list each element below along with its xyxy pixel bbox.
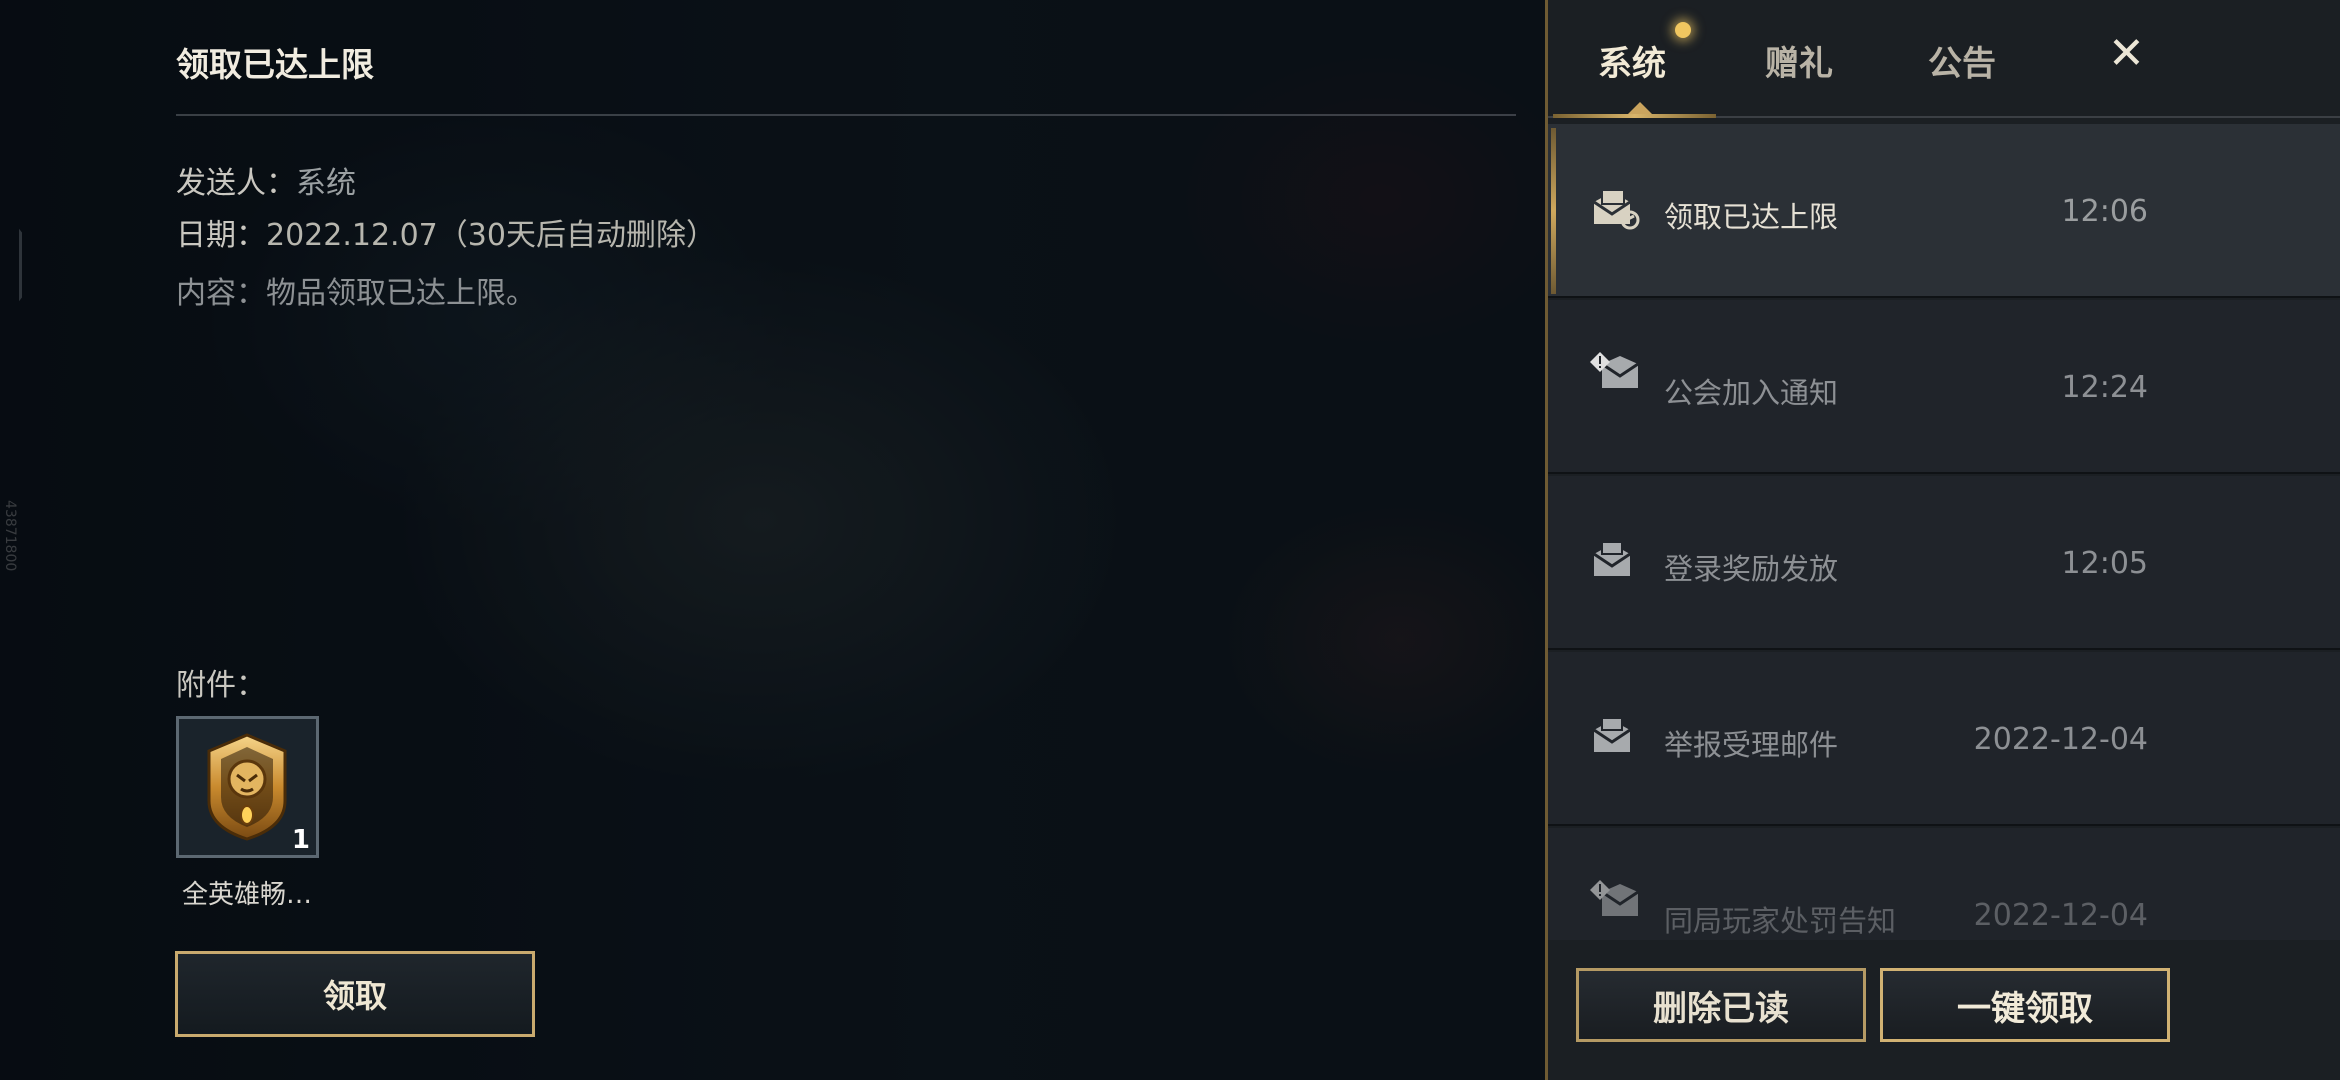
claim-button[interactable]: 领取 bbox=[175, 951, 535, 1037]
mail-row[interactable]: 同局玩家处罚告知 2022-12-04 bbox=[1548, 828, 2340, 940]
attachment-name: 全英雄畅… bbox=[182, 880, 313, 910]
mail-title: 领取已达上限 bbox=[1664, 200, 1839, 234]
notification-dot-icon bbox=[1675, 22, 1691, 38]
mail-icon bbox=[1593, 541, 1631, 576]
mail-date: 日期：2022.12.07（30天后自动删除） bbox=[176, 210, 716, 254]
active-tab-caret-icon bbox=[1628, 102, 1652, 114]
close-icon[interactable]: ✕ bbox=[2108, 28, 2145, 79]
mail-content: 内容：物品领取已达上限。 bbox=[176, 268, 536, 312]
mail-row[interactable]: 举报受理邮件 2022-12-04 bbox=[1548, 652, 2340, 826]
date-value: 2022.12.07（30天后自动删除） bbox=[266, 218, 716, 253]
mail-time: 2022-12-04 bbox=[1973, 898, 2148, 933]
claim-all-button[interactable]: 一键领取 bbox=[1880, 968, 2170, 1042]
date-label: 日期： bbox=[176, 218, 266, 253]
mail-time: 12:06 bbox=[2061, 194, 2148, 229]
mail-time: 12:24 bbox=[2061, 370, 2148, 405]
mail-read-icon bbox=[1593, 189, 1640, 230]
mail-title: 登录奖励发放 bbox=[1664, 552, 1839, 586]
mail-alert-icon bbox=[1590, 352, 1639, 388]
tab-gift[interactable]: 赠礼 bbox=[1765, 36, 1833, 85]
active-tab-indicator bbox=[1553, 114, 1716, 118]
mail-panel: 系统 赠礼 公告 ✕ 领取已达上限 12:06 公会加入通知 12:24 登录奖… bbox=[1545, 0, 2340, 1080]
mail-tabs: 系统 赠礼 公告 ✕ bbox=[1548, 0, 2340, 120]
mail-title: 举报受理邮件 bbox=[1664, 728, 1839, 762]
mail-sender: 发送人：系统 bbox=[176, 158, 356, 202]
mail-icon bbox=[1593, 717, 1631, 752]
tab-notice[interactable]: 公告 bbox=[1928, 36, 1996, 85]
attachment-item[interactable]: 1 bbox=[176, 716, 319, 858]
mail-detail-title: 领取已达上限 bbox=[176, 45, 374, 84]
mail-alert-icon bbox=[1590, 880, 1639, 916]
attachment-label: 附件： bbox=[176, 668, 266, 703]
mail-list[interactable]: 领取已达上限 12:06 公会加入通知 12:24 登录奖励发放 12:05 举… bbox=[1548, 120, 2340, 940]
mail-row[interactable]: 领取已达上限 12:06 bbox=[1548, 124, 2340, 298]
hero-shield-icon bbox=[207, 733, 287, 841]
content-value: 物品领取已达上限。 bbox=[266, 276, 536, 311]
mail-title: 公会加入通知 bbox=[1664, 376, 1839, 410]
mail-time: 12:05 bbox=[2061, 546, 2148, 581]
delete-read-button[interactable]: 删除已读 bbox=[1576, 968, 1866, 1042]
divider bbox=[176, 114, 1516, 116]
sender-value: 系统 bbox=[296, 166, 356, 201]
mail-row[interactable]: 公会加入通知 12:24 bbox=[1548, 300, 2340, 474]
attachment-count: 1 bbox=[291, 825, 310, 855]
panel-footer: 删除已读 一键领取 bbox=[1548, 940, 2340, 1080]
content-label: 内容： bbox=[176, 276, 266, 311]
sender-label: 发送人： bbox=[176, 166, 296, 201]
mail-row[interactable]: 登录奖励发放 12:05 bbox=[1548, 476, 2340, 650]
mail-title: 同局玩家处罚告知 bbox=[1664, 904, 1897, 938]
mail-time: 2022-12-04 bbox=[1973, 722, 2148, 757]
side-code-text: 43871800 bbox=[2, 500, 18, 572]
tab-system[interactable]: 系统 bbox=[1598, 36, 1666, 85]
